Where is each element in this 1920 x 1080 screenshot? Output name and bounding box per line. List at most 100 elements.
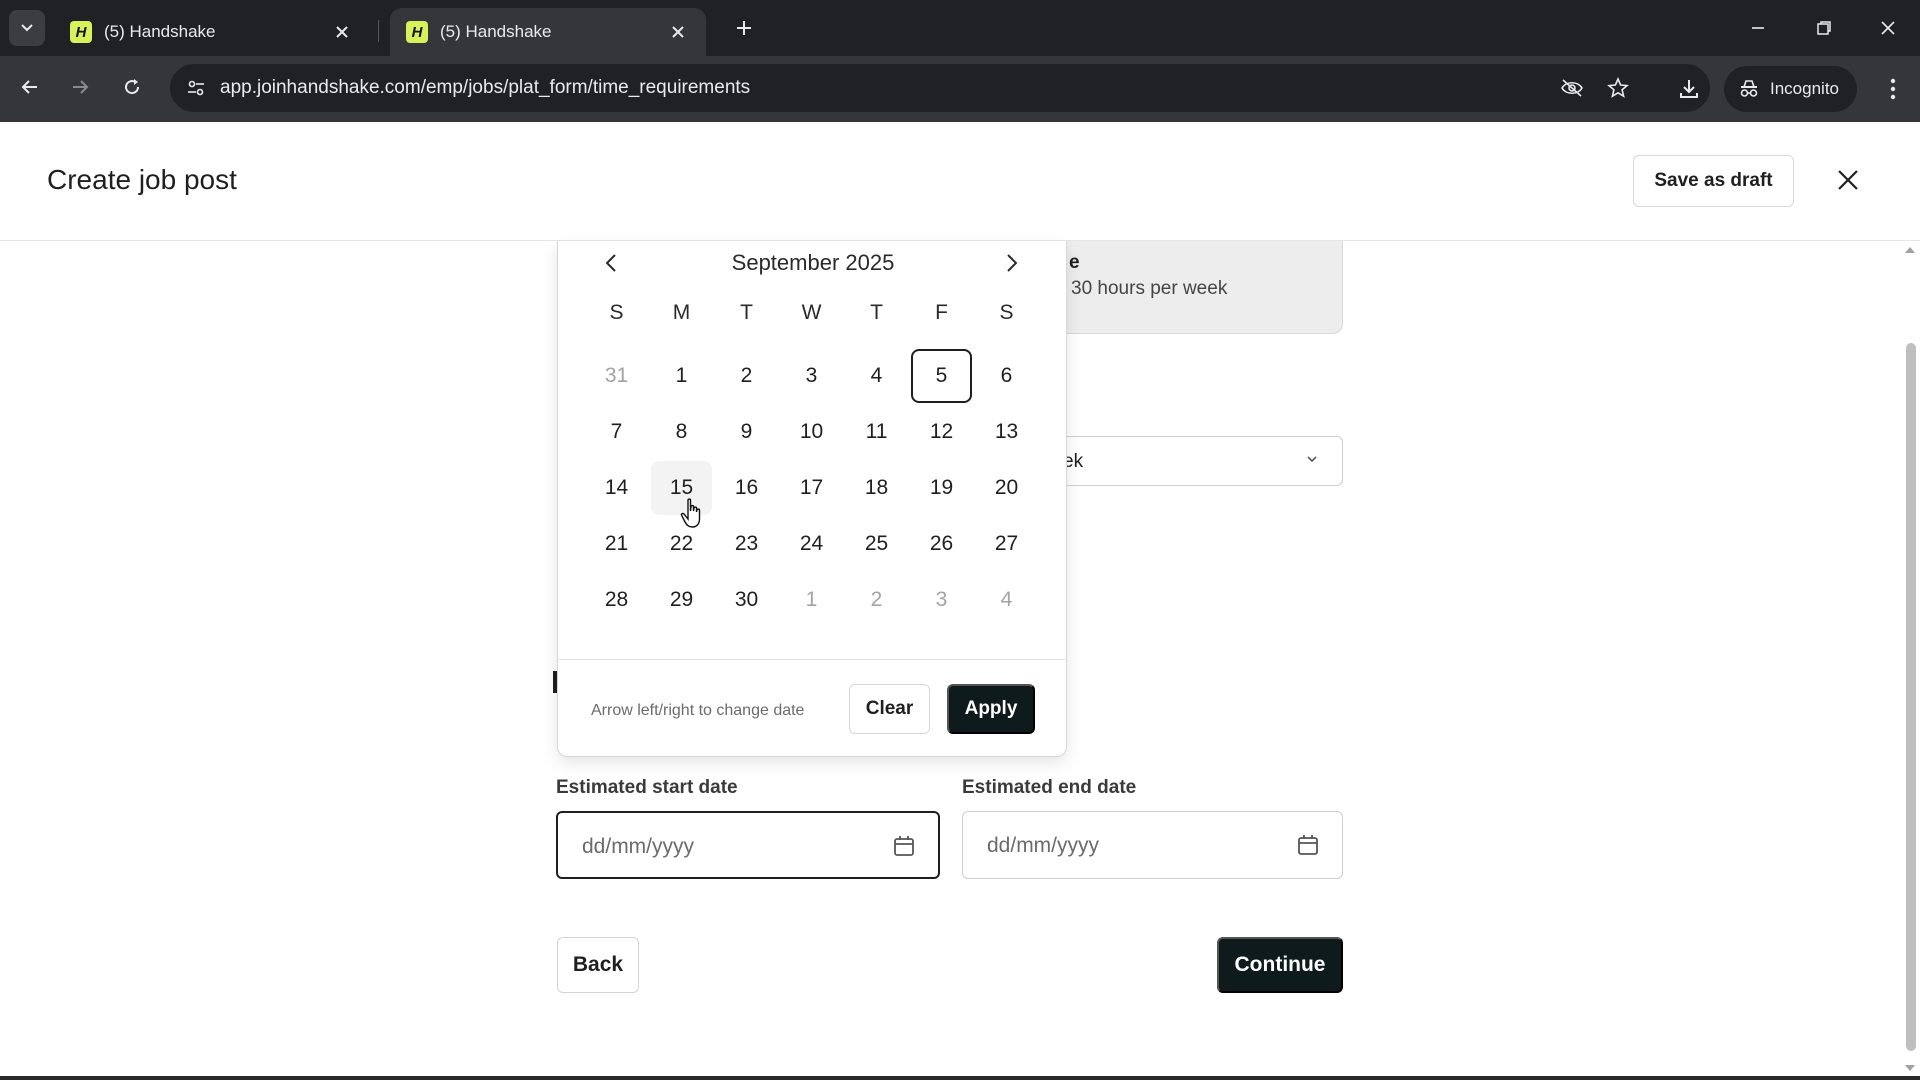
start-date-placeholder: dd/mm/yyyy (582, 835, 695, 858)
eye-off-icon[interactable] (1558, 74, 1586, 102)
calendar-icon[interactable] (1296, 833, 1320, 857)
keyboard-hint-text: Arrow left/right to change date (591, 702, 805, 719)
apply-date-button[interactable]: Apply (947, 684, 1035, 734)
calendar-day[interactable]: 26 (911, 517, 972, 571)
end-date-input[interactable]: dd/mm/yyyy (962, 811, 1343, 879)
restore-button[interactable] (1804, 10, 1844, 46)
close-job-post-button[interactable] (1830, 162, 1866, 198)
scrollbar-thumb[interactable] (1906, 343, 1916, 1051)
calendar-day[interactable]: 2 (716, 349, 777, 403)
browser-toolbar: app.joinhandshake.com/emp/jobs/plat_form… (0, 56, 1920, 122)
site-info-icon[interactable] (180, 72, 212, 104)
tab-search-button[interactable] (9, 10, 45, 46)
calendar-day[interactable]: 4 (976, 573, 1037, 627)
back-nav-button[interactable] (13, 70, 47, 104)
save-as-draft-button[interactable]: Save as draft (1633, 155, 1794, 207)
calendar-day[interactable]: 3 (781, 349, 842, 403)
calendar-day[interactable]: 30 (716, 573, 777, 627)
weekday-label: F (935, 301, 948, 324)
page-title: Create job post (47, 164, 237, 195)
scroll-up-arrow-icon[interactable] (1904, 245, 1916, 255)
chevron-right-icon (1007, 254, 1018, 272)
end-date-placeholder: dd/mm/yyyy (987, 834, 1100, 857)
chevron-down-icon (1307, 456, 1317, 463)
url-text[interactable]: app.joinhandshake.com/emp/jobs/plat_form… (220, 77, 750, 99)
tab-close-icon[interactable] (330, 20, 354, 44)
tab-close-icon[interactable] (666, 20, 690, 44)
reload-button[interactable] (115, 70, 149, 104)
page-scrollbar[interactable] (1900, 241, 1920, 1080)
forward-nav-button[interactable] (63, 70, 97, 104)
browser-menu-button[interactable] (1876, 72, 1910, 106)
arrow-right-icon (73, 80, 89, 94)
calendar-day[interactable]: 14 (586, 461, 647, 515)
plus-icon (737, 21, 751, 35)
download-icon (1680, 80, 1698, 98)
calendar-day[interactable]: 29 (651, 573, 712, 627)
calendar-day[interactable]: 9 (716, 405, 777, 459)
picker-divider (558, 659, 1066, 660)
calendar-day[interactable]: 4 (846, 349, 907, 403)
incognito-label: Incognito (1770, 79, 1839, 98)
calendar-day[interactable]: 24 (781, 517, 842, 571)
tab-title: (5) Handshake (440, 22, 552, 41)
continue-button[interactable]: Continue (1217, 937, 1343, 993)
calendar-day[interactable]: 18 (846, 461, 907, 515)
calendar-day[interactable]: 11 (846, 405, 907, 459)
browser-tab-2[interactable]: H (5) Handshake (390, 8, 706, 56)
calendar-day[interactable]: 1 (781, 573, 842, 627)
calendar-day[interactable]: 12 (911, 405, 972, 459)
reload-icon (125, 79, 140, 95)
next-month-button[interactable] (994, 245, 1030, 281)
hours-per-week-select[interactable]: ek (1040, 436, 1343, 486)
calendar-day[interactable]: 8 (651, 405, 712, 459)
option-card-title: e (1069, 252, 1080, 273)
calendar-day[interactable]: 13 (976, 405, 1037, 459)
calendar-day[interactable]: 17 (781, 461, 842, 515)
calendar-day-today[interactable]: 5 (911, 349, 972, 403)
close-icon (1838, 170, 1858, 190)
new-tab-button[interactable] (730, 14, 758, 42)
calendar-day[interactable]: 3 (911, 573, 972, 627)
clear-date-button[interactable]: Clear (849, 684, 930, 734)
weekday-label: S (999, 301, 1014, 324)
month-year-label: September 2025 (731, 250, 895, 275)
hours-option-card[interactable]: e 30 hours per week (1040, 241, 1343, 334)
browser-tab-1[interactable]: H (5) Handshake (54, 8, 370, 56)
minimize-button[interactable] (1738, 10, 1778, 46)
back-button[interactable]: Back (557, 937, 639, 993)
calendar-icon[interactable] (892, 834, 916, 858)
calendar-day[interactable]: 31 (586, 349, 647, 403)
calendar-day[interactable]: 21 (586, 517, 647, 571)
calendar-day[interactable]: 6 (976, 349, 1037, 403)
bookmark-star-icon[interactable] (1604, 74, 1632, 102)
calendar-day[interactable]: 23 (716, 517, 777, 571)
calendar-day-grid: 31 1 2 3 4 5 6 7 8 9 10 11 12 13 14 15 16 17 18 19 20 21 22 23 2… (584, 348, 1040, 628)
calendar-day[interactable]: 20 (976, 461, 1037, 515)
page-header: Create job post Save as draft (0, 122, 1920, 241)
handshake-favicon-icon: H (70, 21, 92, 43)
calendar-day[interactable]: 28 (586, 573, 647, 627)
incognito-icon (1740, 80, 1758, 97)
end-date-label: Estimated end date (962, 777, 1137, 798)
calendar-day[interactable]: 1 (651, 349, 712, 403)
minimize-icon (1752, 27, 1764, 29)
start-date-input[interactable]: dd/mm/yyyy (556, 811, 940, 879)
weekday-header-row: S M T W T F S (584, 301, 1040, 325)
incognito-profile-button[interactable]: Incognito (1724, 66, 1857, 112)
calendar-day[interactable]: 10 (781, 405, 842, 459)
more-vertical-icon (1890, 78, 1896, 100)
calendar-day[interactable]: 2 (846, 573, 907, 627)
date-picker-popover: September 2025 S M T W T F S 31 1 2 3 4 5 6 7 8 9… (557, 241, 1067, 757)
calendar-day[interactable]: 27 (976, 517, 1037, 571)
calendar-day[interactable]: 16 (716, 461, 777, 515)
downloads-button[interactable] (1672, 72, 1706, 106)
scroll-down-arrow-icon[interactable] (1904, 1063, 1916, 1073)
calendar-day[interactable]: 19 (911, 461, 972, 515)
calendar-day[interactable]: 25 (846, 517, 907, 571)
weekday-label: S (609, 301, 624, 324)
weekday-label: M (672, 301, 691, 324)
calendar-day[interactable]: 7 (586, 405, 647, 459)
address-bar[interactable]: app.joinhandshake.com/emp/jobs/plat_form… (170, 64, 1710, 112)
window-close-button[interactable] (1868, 10, 1908, 46)
